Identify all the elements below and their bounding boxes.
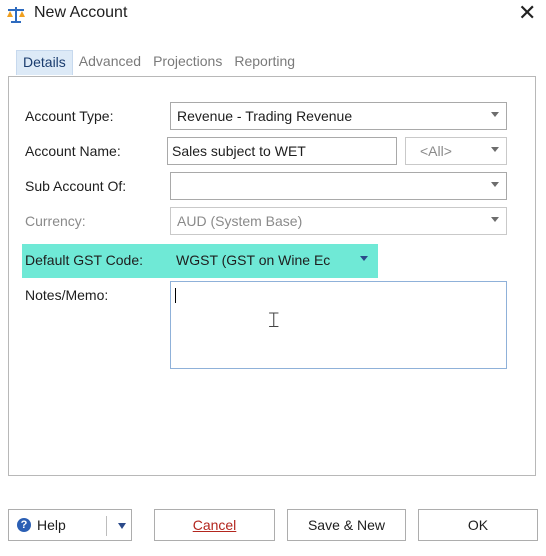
account-name-scope-select[interactable]: <All> xyxy=(405,137,507,165)
help-button[interactable]: ? Help xyxy=(8,509,132,541)
tab-reporting[interactable]: Reporting xyxy=(228,50,301,74)
save-and-new-button[interactable]: Save & New xyxy=(287,509,406,541)
help-divider xyxy=(106,516,107,536)
default-gst-code-value: WGST (GST on Wine Ec xyxy=(176,252,331,268)
ok-label: OK xyxy=(467,517,489,533)
window-title: New Account xyxy=(34,4,128,21)
sub-account-select[interactable] xyxy=(170,172,507,200)
sub-account-label: Sub Account Of: xyxy=(25,178,127,194)
cancel-label: Cancel xyxy=(192,517,237,533)
app-icon xyxy=(6,6,26,24)
chevron-down-icon xyxy=(491,112,499,117)
notes-textarea[interactable] xyxy=(170,281,507,369)
account-name-label: Account Name: xyxy=(25,143,121,159)
ok-button[interactable]: OK xyxy=(418,509,538,541)
close-icon[interactable]: ✕ xyxy=(518,1,536,26)
chevron-down-icon xyxy=(491,182,499,187)
currency-value: AUD (System Base) xyxy=(177,213,303,229)
chevron-down-icon xyxy=(491,147,499,152)
account-name-value: Sales subject to WET xyxy=(172,143,306,159)
chevron-down-icon xyxy=(491,217,499,222)
account-name-scope-value: <All> xyxy=(420,143,452,159)
text-caret xyxy=(175,288,176,303)
tab-details[interactable]: Details xyxy=(16,50,73,75)
help-dropdown-icon[interactable] xyxy=(118,523,126,529)
default-gst-code-label: Default GST Code: xyxy=(25,252,144,268)
tab-advanced[interactable]: Advanced xyxy=(73,50,147,74)
tab-projections[interactable]: Projections xyxy=(147,50,228,74)
account-name-input[interactable]: Sales subject to WET xyxy=(167,137,397,165)
default-gst-code-select[interactable]: WGST (GST on Wine Ec xyxy=(170,247,377,275)
currency-select[interactable]: AUD (System Base) xyxy=(170,207,507,235)
tab-bar: Details Advanced Projections Reporting xyxy=(16,50,301,75)
notes-label: Notes/Memo: xyxy=(25,287,109,303)
help-label: Help xyxy=(37,517,66,533)
save-and-new-label: Save & New xyxy=(307,517,386,533)
currency-label: Currency: xyxy=(25,213,86,229)
cancel-button[interactable]: Cancel xyxy=(154,509,275,541)
account-type-select[interactable]: Revenue - Trading Revenue xyxy=(170,102,507,130)
account-type-value: Revenue - Trading Revenue xyxy=(177,108,353,124)
chevron-down-icon xyxy=(360,256,368,261)
help-icon: ? xyxy=(17,518,31,532)
account-type-label: Account Type: xyxy=(25,108,114,124)
text-cursor-icon: 𝙸 xyxy=(266,308,282,333)
